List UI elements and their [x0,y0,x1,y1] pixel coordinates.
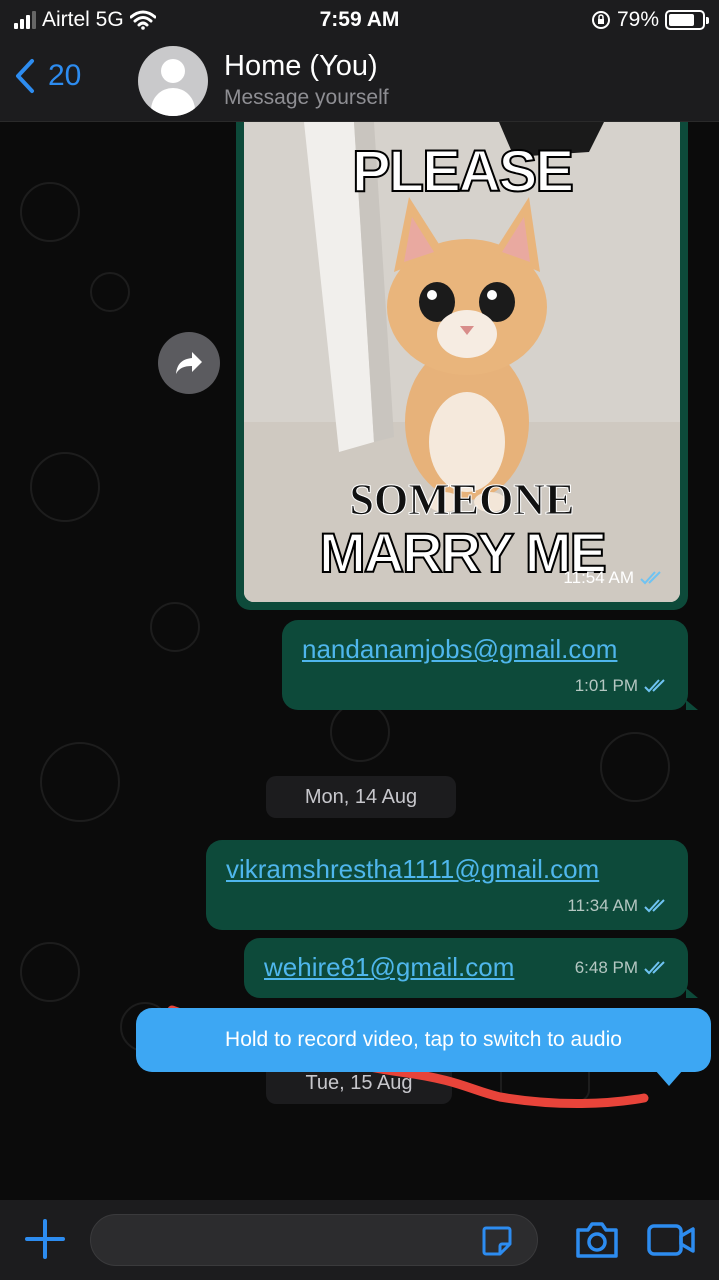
status-bar: Airtel 5G 7:59 AM 79% [0,0,719,40]
camera-icon[interactable] [574,1220,620,1260]
plus-icon[interactable] [24,1218,66,1260]
battery-percent: 79% [616,8,659,31]
chat-title[interactable]: Home (You) [224,50,378,83]
composer-bar [0,1200,719,1280]
back-count: 20 [48,59,82,92]
chat-subtitle: Message yourself [224,86,389,109]
rotation-lock-icon [591,11,610,29]
record-tooltip: Hold to record video, tap to switch to a… [136,1008,711,1086]
chat-header: 20 Home (You) Message yourself [0,40,719,122]
status-right: 79% [591,8,709,32]
chat-area[interactable]: PLEASE SOMEONE MARRY ME 11:54 AM nandana… [0,122,719,1200]
avatar[interactable] [138,46,208,116]
message-input[interactable] [90,1214,538,1266]
sticker-icon[interactable] [480,1224,514,1258]
video-camera-icon[interactable] [646,1222,696,1258]
back-button[interactable]: 20 [14,58,81,94]
chevron-left-icon [16,59,34,93]
battery-icon [665,10,709,30]
